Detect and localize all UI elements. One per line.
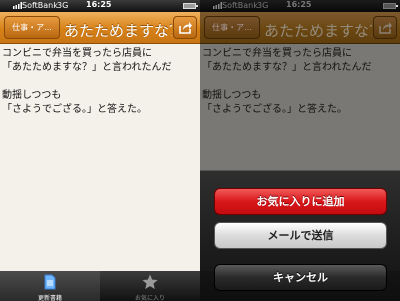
- navigation-bar: 仕事・ア... あたためますな？: [0, 12, 200, 44]
- article-body: コンビニで弁当を買ったら店員に 「あたためますな？」と言われたんだ 動揺しつつも…: [0, 44, 200, 271]
- carrier-name: SoftBank: [22, 1, 58, 10]
- document-icon: [44, 274, 56, 290]
- back-button[interactable]: 仕事・ア...: [4, 16, 60, 39]
- battery-icon: [183, 3, 198, 9]
- article-paragraph: 動揺しつつも 「さようでござる。」と答えた。: [202, 90, 347, 115]
- share-button[interactable]: [173, 16, 197, 39]
- article-paragraph: コンビニで弁当を買ったら店員に 「あたためますな？」と言われたんだ: [2, 48, 172, 73]
- navigation-bar: 仕事・ア... あたためますな？: [200, 12, 400, 44]
- right-screen: SoftBank 3G 16:25 仕事・ア... あたためますな？ コンビニで…: [200, 0, 400, 301]
- page-title: あたためますな？: [64, 22, 172, 38]
- left-screen: SoftBank 3G 16:25 仕事・ア... あたためますな？ コンビニで…: [0, 0, 200, 301]
- share-icon: [379, 22, 392, 34]
- tab-updated-books[interactable]: 更新書籍: [0, 271, 100, 301]
- clock: 16:25: [286, 0, 312, 9]
- action-sheet: お気に入りに追加 メールで送信 キャンセル: [200, 170, 400, 301]
- share-icon: [179, 22, 192, 34]
- tab-bar: 更新書籍 お気に入り: [0, 271, 200, 301]
- share-button: [373, 16, 397, 39]
- article-paragraph: 動揺しつつも 「さようでござる。」と答えた。: [2, 90, 147, 115]
- tab-favorites[interactable]: お気に入り: [100, 271, 200, 301]
- article-paragraph: コンビニで弁当を買ったら店員に 「あたためますな？」と言われたんだ: [202, 48, 372, 73]
- back-button: 仕事・ア...: [204, 16, 260, 39]
- tab-label: お気に入り: [134, 295, 165, 301]
- battery-icon: [383, 3, 398, 9]
- star-icon: [142, 274, 158, 289]
- send-mail-button[interactable]: メールで送信: [214, 222, 387, 249]
- network-type: 3G: [57, 1, 69, 10]
- carrier-name: SoftBank: [222, 1, 258, 10]
- status-bar: SoftBank 3G 16:25: [200, 0, 400, 12]
- tab-label: 更新書籍: [37, 295, 62, 301]
- cancel-button[interactable]: キャンセル: [214, 264, 387, 291]
- add-to-favorites-button[interactable]: お気に入りに追加: [214, 188, 387, 215]
- page-title: あたためますな？: [264, 22, 372, 38]
- network-type: 3G: [257, 1, 269, 10]
- clock: 16:25: [86, 0, 112, 9]
- status-bar: SoftBank 3G 16:25: [0, 0, 200, 12]
